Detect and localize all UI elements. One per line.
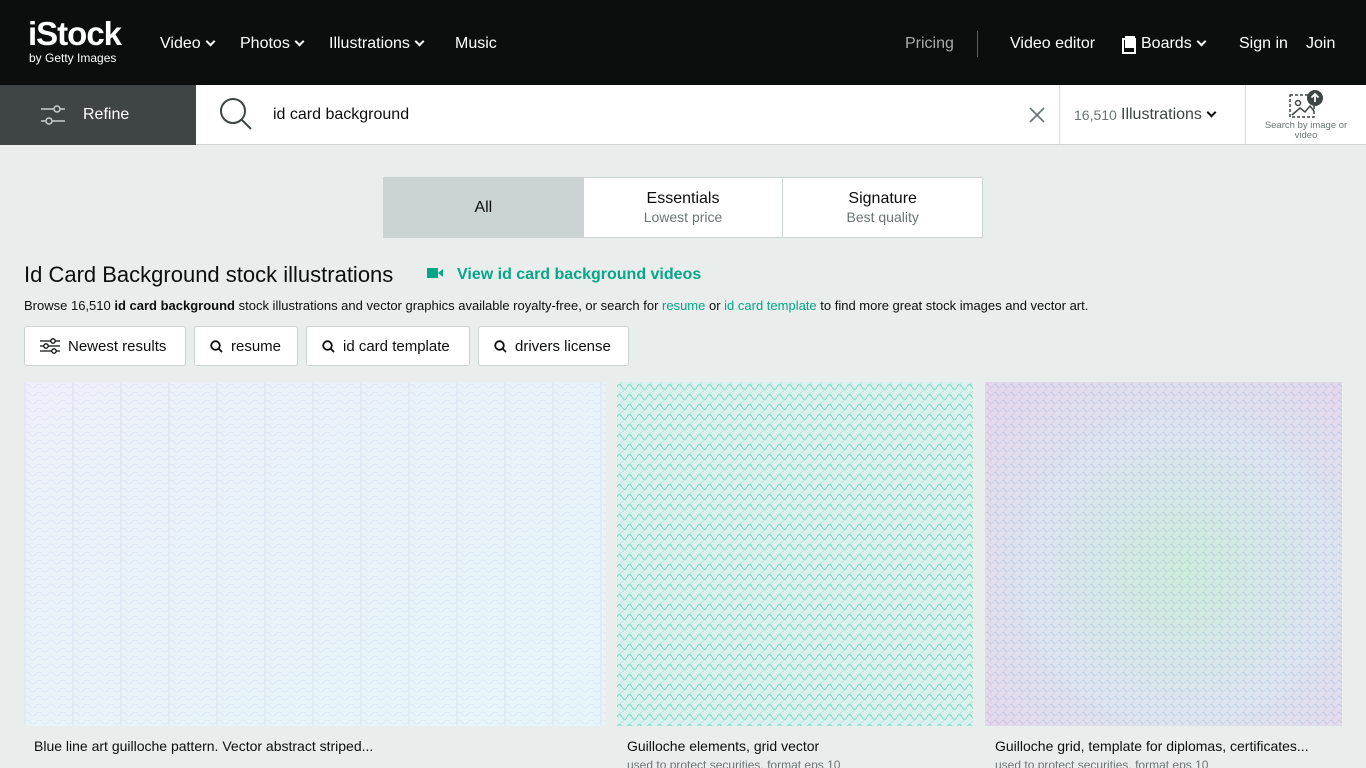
result-image[interactable]	[24, 382, 606, 726]
id-card-template-link[interactable]: id card template	[724, 298, 817, 313]
istock-logo[interactable]: iStock by Getty Images	[28, 15, 122, 66]
result-subcaption: used to protect securities, format eps 1…	[627, 758, 841, 768]
nav-illustrations[interactable]: Illustrations	[329, 34, 425, 54]
divider	[1059, 85, 1060, 145]
tab-all[interactable]: All	[384, 178, 584, 237]
result-caption[interactable]: Blue line art guilloche pattern. Vector …	[34, 738, 373, 754]
divider	[1245, 85, 1246, 145]
result-image[interactable]	[617, 382, 973, 726]
drivers-license-chip[interactable]: drivers license	[478, 326, 629, 366]
nav-music-label: Music	[455, 35, 497, 52]
search-by-image-icon[interactable]	[1289, 90, 1325, 122]
chip-label: Newest results	[68, 337, 167, 355]
nav-boards[interactable]: Boards	[1122, 34, 1207, 54]
nav-divider	[977, 31, 978, 57]
logo-brand: iStock	[28, 15, 122, 52]
result-card[interactable]: Guilloche elements, grid vector used to …	[617, 382, 973, 768]
nav-music[interactable]: Music	[455, 34, 497, 54]
id-card-template-chip[interactable]: id card template	[306, 326, 470, 366]
nav-photos[interactable]: Photos	[240, 34, 305, 54]
result-card[interactable]: Blue line art guilloche pattern. Vector …	[24, 382, 606, 754]
filter-icon	[41, 105, 65, 125]
sign-in-link[interactable]: Sign in	[1239, 34, 1288, 54]
result-image[interactable]	[985, 382, 1342, 726]
page-title: Id Card Background stock illustrations	[24, 262, 394, 287]
nav-video-editor[interactable]: Video editor	[1010, 34, 1095, 54]
collection-tabs: All Essentials Lowest price Signature Be…	[383, 177, 983, 238]
asset-type-select[interactable]: Illustrations	[1121, 106, 1217, 124]
nav-illustrations-label: Illustrations	[329, 35, 410, 52]
nav-video[interactable]: Video	[160, 34, 216, 54]
tab-all-title: All	[474, 199, 493, 216]
resume-link[interactable]: resume	[662, 298, 705, 313]
chevron-down-icon	[1196, 36, 1207, 47]
chip-label: resume	[231, 337, 282, 355]
result-caption[interactable]: Guilloche elements, grid vector	[627, 738, 819, 754]
chevron-down-icon	[414, 36, 425, 47]
newest-results-chip[interactable]: Newest results	[24, 326, 186, 366]
chevron-down-icon	[294, 36, 305, 47]
filter-icon	[40, 338, 60, 354]
asset-type-label: Illustrations	[1121, 106, 1202, 123]
tab-signature-subtitle: Best quality	[846, 209, 919, 225]
search-bar: Refine id card background 16,510 Illustr…	[0, 85, 1366, 145]
view-videos-label: View id card background videos	[457, 266, 702, 283]
boards-icon	[1122, 36, 1136, 54]
result-caption[interactable]: Guilloche grid, template for diplomas, c…	[995, 738, 1309, 754]
top-navigation: iStock by Getty Images Video Photos Illu…	[0, 0, 1366, 85]
browse-term: id card background	[114, 298, 235, 313]
nav-boards-label: Boards	[1141, 35, 1192, 52]
refine-label: Refine	[83, 106, 130, 123]
chevron-down-icon	[1206, 107, 1217, 118]
view-videos-link[interactable]: View id card background videos	[427, 266, 701, 284]
tab-signature[interactable]: Signature Best quality	[783, 178, 982, 237]
result-count: 16,510	[1074, 107, 1117, 123]
browse-middle: stock illustrations and vector graphics …	[234, 298, 663, 313]
logo-subtitle: by Getty Images	[29, 51, 117, 65]
video-camera-icon	[427, 268, 443, 278]
browse-prefix: Browse 16,510	[24, 298, 115, 313]
tab-essentials-title: Essentials	[646, 190, 720, 207]
search-icon	[210, 339, 223, 353]
result-subcaption: used to protect securities, format eps 1…	[995, 758, 1209, 768]
browse-suffix: to find more great stock images and vect…	[816, 298, 1089, 313]
chevron-down-icon	[205, 36, 216, 47]
nav-pricing[interactable]: Pricing	[905, 34, 954, 54]
tab-essentials-subtitle: Lowest price	[643, 209, 723, 225]
chip-label: drivers license	[515, 337, 611, 355]
tab-essentials[interactable]: Essentials Lowest price	[584, 178, 784, 237]
browse-description: Browse 16,510 id card background stock i…	[24, 298, 1088, 313]
join-link[interactable]: Join	[1306, 34, 1335, 54]
tab-signature-title: Signature	[848, 190, 917, 207]
close-icon[interactable]	[1028, 106, 1046, 124]
search-icon	[322, 339, 335, 353]
result-card[interactable]: Guilloche grid, template for diplomas, c…	[985, 382, 1342, 768]
nav-video-label: Video	[160, 35, 201, 52]
nav-photos-label: Photos	[240, 35, 290, 52]
search-icon	[494, 339, 507, 353]
resume-chip[interactable]: resume	[194, 326, 298, 366]
chip-label: id card template	[343, 337, 450, 355]
browse-or: or	[705, 298, 725, 313]
search-input[interactable]: id card background	[273, 106, 409, 124]
refine-button[interactable]: Refine	[0, 85, 196, 145]
search-icon	[220, 98, 252, 130]
search-by-image-label[interactable]: Search by image or video	[1258, 121, 1354, 141]
